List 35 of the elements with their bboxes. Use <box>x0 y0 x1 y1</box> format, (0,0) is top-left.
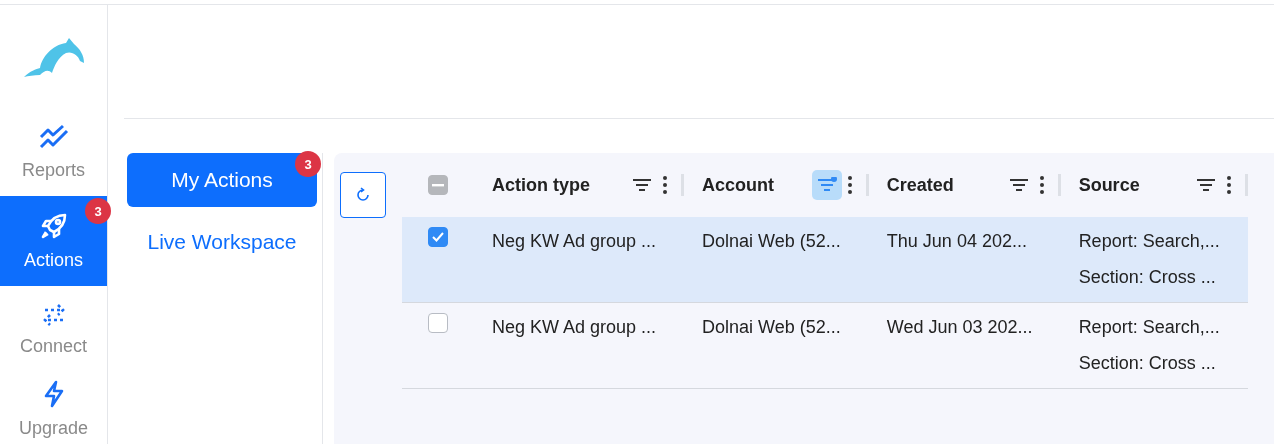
dash-icon <box>432 183 444 187</box>
table-cell-text: Dolnai Web (52... <box>701 316 842 339</box>
refresh-button[interactable] <box>340 172 386 218</box>
more-options-icon[interactable] <box>1039 176 1044 194</box>
table-cell-text: Wed Jun 03 202... <box>885 316 1034 339</box>
nav-item[interactable]: Connect <box>0 288 107 372</box>
more-options-icon[interactable] <box>1226 176 1231 194</box>
nav-item[interactable]: Reports <box>0 110 107 194</box>
rocket-icon <box>39 211 68 240</box>
count-badge: 3 <box>85 198 111 224</box>
more-options-icon[interactable] <box>663 176 668 194</box>
table-cell-text: Dolnai Web (52... <box>701 230 842 253</box>
more-options-icon[interactable] <box>847 176 852 194</box>
table-cell-text: Report: Search,... <box>1077 316 1221 339</box>
table-cell-text: Thu Jun 04 202... <box>885 230 1028 253</box>
row-checkbox[interactable] <box>428 227 448 247</box>
check-icon <box>432 232 444 242</box>
trend-chart-icon <box>38 123 69 150</box>
column-header: Source <box>1078 174 1140 196</box>
table-row[interactable]: Neg KW Ad group ... Dolnai Web (52... Wed Jun 03 202... Report: Search,... Section: Cross ... <box>402 302 1248 389</box>
count-badge: 3 <box>295 151 321 177</box>
lightning-icon <box>42 379 65 408</box>
column-header: Created <box>886 174 954 196</box>
nav-item[interactable]: Upgrade <box>0 374 107 444</box>
column-header: Action type <box>492 174 590 196</box>
table-cell-text: Report: Search,... <box>1077 230 1221 253</box>
tab[interactable]: Live Workspace <box>127 215 317 269</box>
table-cell-text: Neg KW Ad group ... <box>491 316 658 339</box>
select-all-checkbox[interactable] <box>428 175 448 195</box>
table-cell-text: Section: Cross ... <box>1077 266 1217 289</box>
table-cell-text: Neg KW Ad group ... <box>491 230 658 253</box>
table-cell-text: Section: Cross ... <box>1077 352 1217 375</box>
refresh-icon <box>355 187 371 203</box>
row-checkbox[interactable] <box>428 313 448 333</box>
column-header: Account <box>702 174 775 196</box>
